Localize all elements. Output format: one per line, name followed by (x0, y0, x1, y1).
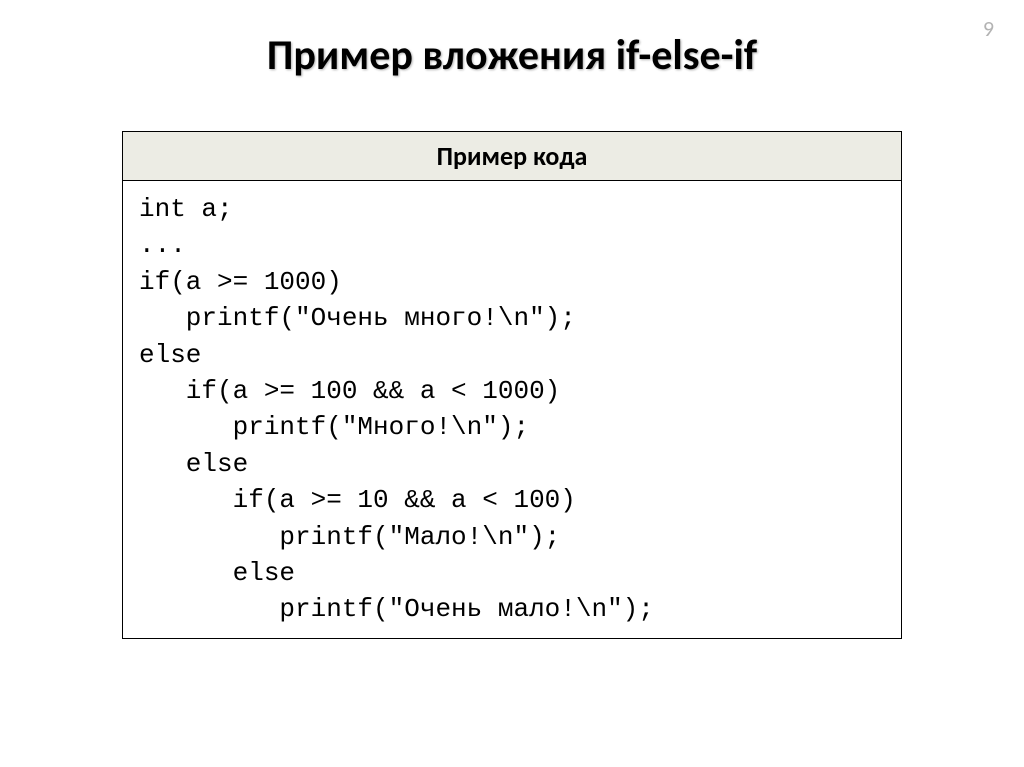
page-number: 9 (983, 15, 994, 42)
code-table-header: Пример кода (123, 132, 901, 181)
code-table: Пример кода int a; ... if(a >= 1000) pri… (122, 131, 902, 639)
slide-container: 9 Пример вложения if-else-if Пример кода… (0, 0, 1024, 767)
code-body: int a; ... if(a >= 1000) printf("Очень м… (123, 181, 901, 638)
slide-title: Пример вложения if-else-if (60, 30, 964, 81)
